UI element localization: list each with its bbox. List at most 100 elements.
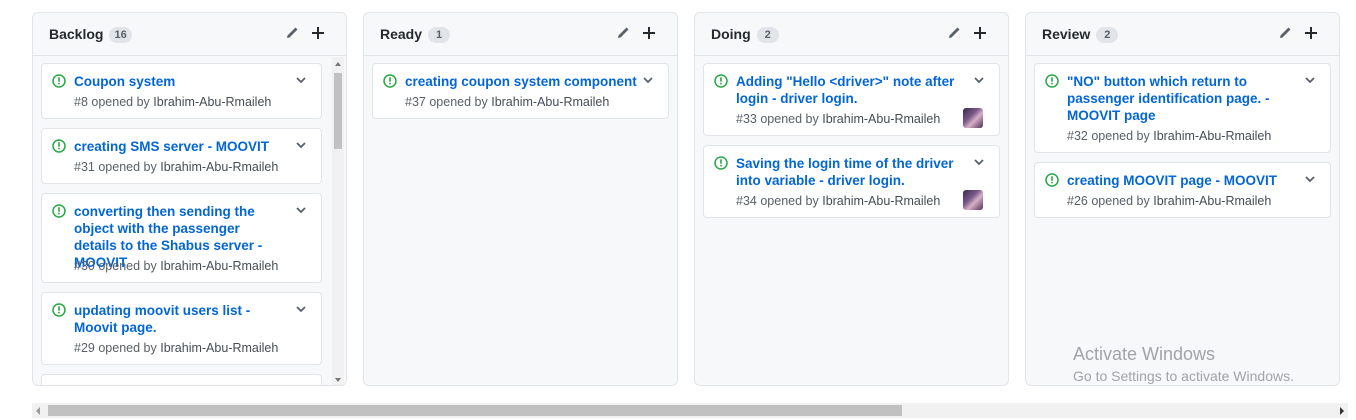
activate-windows-watermark: Activate Windows Go to Settings to activ… [1073,344,1294,384]
issue-number: #29 [74,341,95,355]
issue-opened-icon [1045,173,1059,187]
issue-opened-by: opened by [98,160,157,174]
issue-number: #34 [736,194,757,208]
issue-meta: #32 opened by Ibrahim-Abu-Rmaileh [1067,129,1271,143]
scroll-up-icon[interactable] [335,62,341,66]
issue-meta: #29 opened by Ibrahim-Abu-Rmaileh [74,341,278,355]
issue-title-link[interactable]: Saving the login time of the driver into… [736,155,968,189]
issue-author-link[interactable]: Ibrahim-Abu-Rmaileh [822,112,940,126]
issue-author-link[interactable]: Ibrahim-Abu-Rmaileh [160,160,278,174]
issue-title-link[interactable]: Adding "Hello <driver>" note after login… [736,73,968,107]
issue-card-partial[interactable] [41,374,322,385]
issue-author-link[interactable]: Ibrahim-Abu-Rmaileh [153,95,271,109]
issue-card[interactable]: Adding "Hello <driver>" note after login… [703,63,1000,136]
issue-author-link[interactable]: Ibrahim-Abu-Rmaileh [160,341,278,355]
column-title: Ready 1 [380,26,451,43]
issue-meta: #34 opened by Ibrahim-Abu-Rmaileh [736,194,940,208]
chevron-down-icon[interactable] [295,204,307,216]
issue-card[interactable]: creating MOOVIT page - MOOVIT #26 opened… [1034,162,1331,218]
issue-author-link[interactable]: Ibrahim-Abu-Rmaileh [491,95,609,109]
pencil-icon[interactable] [615,25,633,43]
column-count-badge: 1 [428,27,451,43]
issue-opened-icon [714,74,728,88]
issue-opened-icon [52,139,66,153]
issue-opened-by: opened by [760,112,819,126]
chevron-down-icon[interactable] [1304,74,1316,86]
pencil-icon[interactable] [1277,25,1295,43]
issue-opened-icon [52,204,66,218]
chevron-down-icon[interactable] [295,74,307,86]
avatar[interactable] [963,108,983,128]
issue-opened-by: opened by [429,95,488,109]
column-count-badge: 2 [1096,27,1119,43]
scrollbar-thumb[interactable] [48,405,902,416]
issue-opened-icon [714,156,728,170]
issue-author-link[interactable]: Ibrahim-Abu-Rmaileh [160,259,278,273]
issue-title-link[interactable]: Coupon system [74,73,279,90]
issue-meta: #30 opened by Ibrahim-Abu-Rmaileh [74,259,278,273]
issue-number: #30 [74,259,95,273]
scrollbar-thumb[interactable] [334,73,342,149]
plus-icon[interactable] [1303,25,1321,43]
column-ready: Ready 1 creating coupon system component … [363,12,678,386]
issue-number: #37 [405,95,426,109]
issue-title-link[interactable]: creating MOOVIT page - MOOVIT [1067,172,1292,189]
issue-card[interactable]: converting then sending the object with … [41,193,322,283]
issue-author-link[interactable]: Ibrahim-Abu-Rmaileh [822,194,940,208]
pencil-icon[interactable] [284,25,302,43]
issue-opened-by: opened by [1091,129,1150,143]
issue-opened-by: opened by [98,259,157,273]
issue-card[interactable]: updating moovit users list - Moovit page… [41,292,322,365]
scroll-right-icon[interactable] [1340,407,1344,415]
issue-title-link[interactable]: updating moovit users list - Moovit page… [74,302,279,336]
issue-title-link[interactable]: creating SMS server - MOOVIT [74,138,279,155]
scroll-left-icon[interactable] [36,407,40,415]
pencil-icon[interactable] [946,25,964,43]
chevron-down-icon[interactable] [295,139,307,151]
issue-card[interactable]: "NO" button which return to passenger id… [1034,63,1331,153]
column-header: Backlog 16 [33,13,346,56]
issue-number: #33 [736,112,757,126]
issue-opened-by: opened by [91,95,150,109]
column-title-text: Doing [711,26,751,42]
issue-author-link[interactable]: Ibrahim-Abu-Rmaileh [1153,129,1271,143]
plus-icon[interactable] [641,25,659,43]
watermark-title: Activate Windows [1073,344,1216,364]
chevron-down-icon[interactable] [973,74,985,86]
issue-meta: #33 opened by Ibrahim-Abu-Rmaileh [736,112,940,126]
issue-card[interactable]: Coupon system #8 opened by Ibrahim-Abu-R… [41,63,322,119]
issue-opened-icon [52,303,66,317]
issue-card[interactable]: creating SMS server - MOOVIT #31 opened … [41,128,322,184]
chevron-down-icon[interactable] [1304,173,1316,185]
chevron-down-icon[interactable] [973,156,985,168]
issue-title-link[interactable]: "NO" button which return to passenger id… [1067,73,1282,124]
column-review: Review 2 "NO" button which return to pass… [1025,12,1340,386]
issue-card[interactable]: creating coupon system component #37 ope… [372,63,669,119]
column-title-text: Review [1042,26,1091,42]
issue-meta: #26 opened by Ibrahim-Abu-Rmaileh [1067,194,1271,208]
issue-meta: #8 opened by Ibrahim-Abu-Rmaileh [74,95,271,109]
avatar[interactable] [963,190,983,210]
column-title-text: Backlog [49,26,104,42]
issue-meta: #37 opened by Ibrahim-Abu-Rmaileh [405,95,609,109]
issue-number: #32 [1067,129,1088,143]
issue-author-link[interactable]: Ibrahim-Abu-Rmaileh [1153,194,1271,208]
issue-title-link[interactable]: creating coupon system component [405,73,645,90]
watermark-subtitle: Go to Settings to activate Windows. [1073,368,1294,384]
column-title: Review 2 [1042,26,1119,43]
chevron-down-icon[interactable] [295,303,307,315]
issue-opened-by: opened by [98,341,157,355]
issue-opened-icon [52,74,66,88]
issue-opened-by: opened by [760,194,819,208]
chevron-down-icon[interactable] [642,74,654,86]
column-header: Ready 1 [364,13,677,56]
column-scrollbar[interactable] [332,57,344,385]
column-title-text: Ready [380,26,423,42]
column-doing: Doing 2 Adding "Hello <driver>" note afte… [694,12,1009,386]
scroll-down-icon[interactable] [335,378,341,382]
issue-card[interactable]: Saving the login time of the driver into… [703,145,1000,218]
plus-icon[interactable] [310,25,328,43]
board-horizontal-scrollbar[interactable] [32,403,1348,418]
column-title: Doing 2 [711,26,779,43]
plus-icon[interactable] [972,25,990,43]
